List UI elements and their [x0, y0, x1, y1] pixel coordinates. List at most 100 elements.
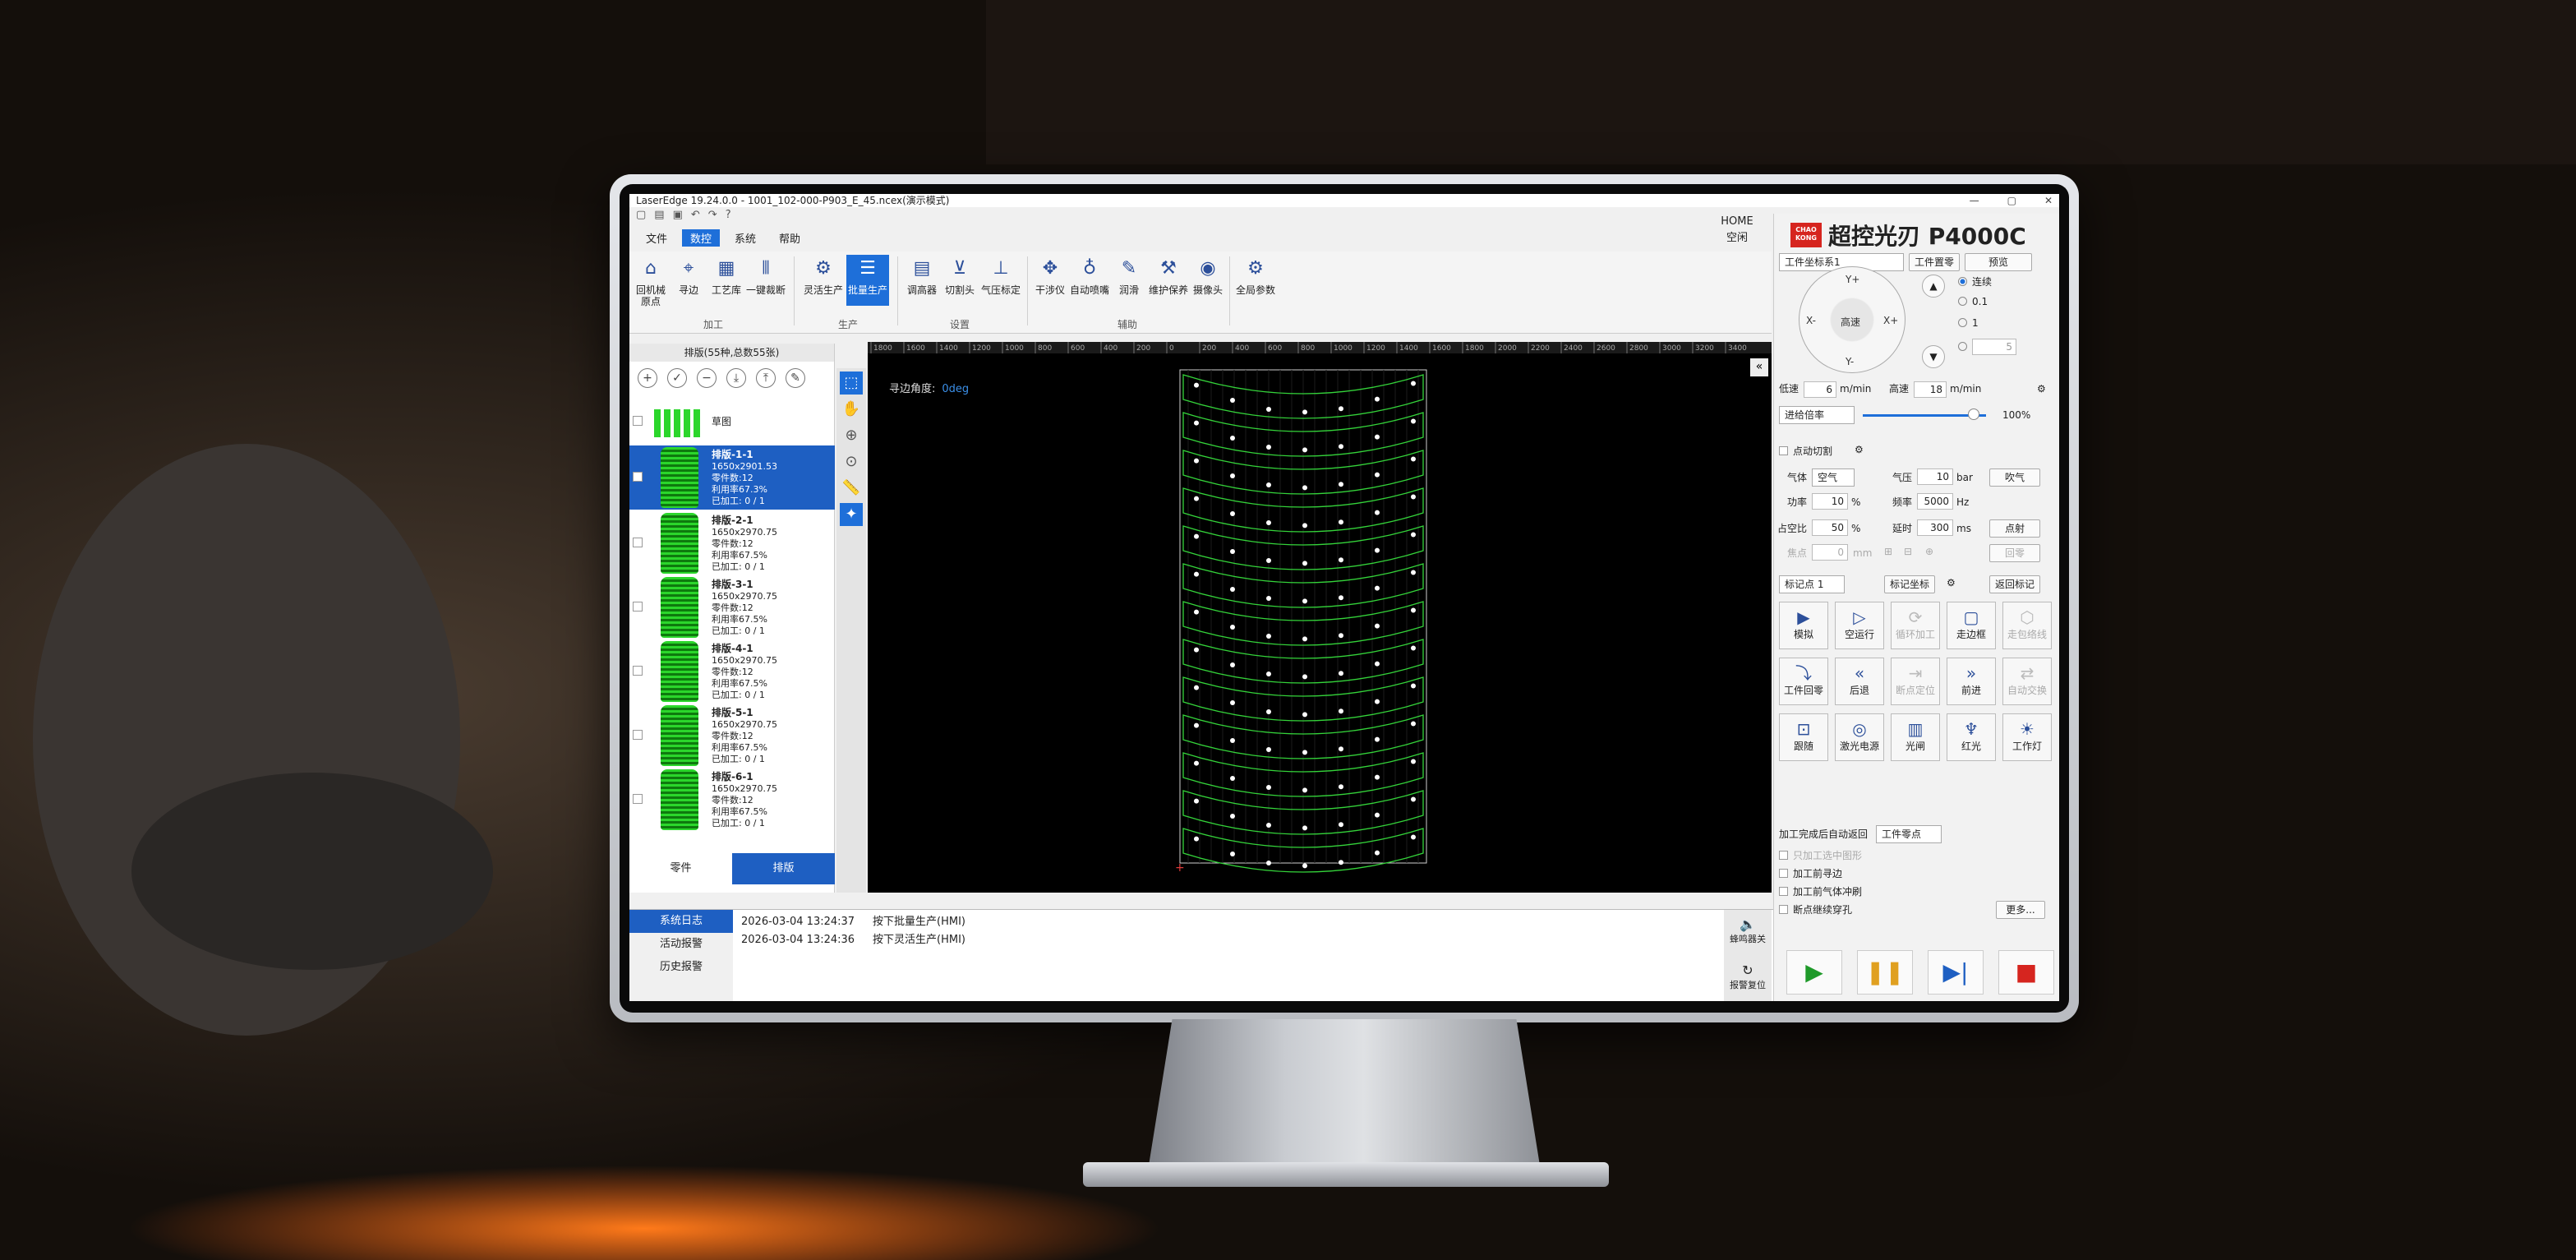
plus-icon[interactable]: ⊞ — [1884, 544, 1892, 559]
feed-rate-select[interactable]: 进给倍率 — [1779, 406, 1855, 424]
ribbon-interferometer-button[interactable]: ✥ 干涉仪 — [1032, 255, 1068, 306]
nest-card[interactable]: 排版-3-1 1650x2970.75 零件数:12 利用率67.5% 已加工: 0 /… — [629, 575, 835, 639]
nest-card[interactable]: 排版-1-1 1650x2901.53 零件数:12 利用率67.3% 已加工: 0 /… — [629, 445, 835, 510]
laser-power-button[interactable]: ◎ 激光电源 — [1835, 713, 1884, 761]
checkbox[interactable] — [633, 538, 643, 547]
redo-icon[interactable]: ↷ — [708, 209, 717, 221]
close-icon[interactable]: ✕ — [2044, 194, 2053, 207]
save-icon[interactable]: ▣ — [673, 209, 683, 221]
zoom-icon[interactable]: ⊕ — [840, 424, 863, 447]
gas-flush-checkbox[interactable]: 加工前气体冲刷 — [1779, 884, 1862, 898]
pressure-input[interactable]: 10 — [1917, 468, 1953, 485]
z-up-icon[interactable]: ▲ — [1922, 275, 1945, 298]
ribbon-global-params-button[interactable]: ⚙ 全局参数 — [1234, 255, 1277, 306]
focus-zero-button[interactable]: 回零 — [1989, 544, 2040, 562]
menu-help[interactable]: 帮助 — [771, 229, 809, 247]
preview-button[interactable]: 预览 — [1965, 253, 2032, 271]
checkbox[interactable] — [633, 472, 643, 482]
focus-input[interactable]: 0 — [1812, 544, 1848, 561]
shot-button[interactable]: 点射 — [1989, 519, 2040, 538]
marker-select[interactable]: 标记点 1 — [1779, 575, 1845, 593]
menu-cnc[interactable]: 数控 — [682, 228, 721, 247]
minus-icon[interactable]: ⊟ — [1904, 544, 1912, 559]
nest-card[interactable]: 排版-5-1 1650x2970.75 零件数:12 利用率67.5% 已加工: 0 /… — [629, 704, 835, 768]
envelope-button[interactable]: ⬡ 走包络线 — [2002, 602, 2052, 649]
work-home-button[interactable]: ⤵ 工件回零 — [1779, 658, 1828, 705]
target-icon[interactable]: ⊕ — [1925, 544, 1933, 559]
mark-coord-button[interactable]: 标记坐标 — [1884, 575, 1935, 593]
ribbon-camera-button[interactable]: ◉ 摄像头 — [1190, 255, 1226, 306]
low-speed-input[interactable]: 6 — [1804, 381, 1836, 398]
dry-run-button[interactable]: ▷ 空运行 — [1835, 602, 1884, 649]
buzzer-off-button[interactable]: 🔈 蜂鸣器关 — [1724, 910, 1772, 956]
ribbon-home-button[interactable]: ⌂ 回机械原点 — [633, 255, 669, 307]
breakpoint-button[interactable]: ⇥ 断点定位 — [1891, 658, 1940, 705]
follow-button[interactable]: ⊡ 跟随 — [1779, 713, 1828, 761]
auto-exchange-button[interactable]: ⇄ 自动交换 — [2002, 658, 2052, 705]
drawing-canvas[interactable]: 1800 1600 1400 1200 1000 800 600 400 200 0 200 400 6… — [868, 342, 1772, 893]
checkbox[interactable] — [633, 416, 643, 426]
gear-icon[interactable]: ⚙ — [1855, 442, 1864, 457]
step-5[interactable]: 5 — [1958, 339, 2016, 355]
new-file-icon[interactable]: ▢ — [636, 209, 646, 221]
gear-icon[interactable]: ⚙ — [1947, 575, 1956, 590]
only-selected-checkbox[interactable]: 只加工选中图形 — [1779, 848, 1862, 862]
select-icon[interactable]: ⬚ — [840, 372, 863, 395]
start-button[interactable]: ▶ — [1786, 950, 1842, 995]
edit-icon[interactable]: ✎ — [786, 368, 805, 388]
power-input[interactable]: 10 — [1812, 493, 1848, 510]
ribbon-cut-off-button[interactable]: ⫴ 一键裁断 — [746, 255, 786, 306]
sketch-item[interactable]: 草图 — [629, 399, 835, 445]
ribbon-edge-button[interactable]: ⌖ 寻边 — [670, 255, 707, 306]
frame-button[interactable]: ▢ 走边框 — [1947, 602, 1996, 649]
open-folder-icon[interactable]: ▤ — [654, 209, 664, 221]
freq-input[interactable]: 5000 — [1917, 493, 1953, 510]
edge-before-checkbox[interactable]: 加工前寻边 — [1779, 866, 1842, 880]
checkbox[interactable] — [633, 730, 643, 740]
maximize-icon[interactable]: ▢ — [2007, 194, 2016, 207]
forward-button[interactable]: » 前进 — [1947, 658, 1996, 705]
jog-x-plus[interactable]: X+ — [1883, 315, 1898, 326]
tab-parts[interactable]: 零件 — [629, 853, 732, 884]
ribbon-batch-production-button[interactable]: ☰ 批量生产 — [846, 255, 889, 306]
z-down-icon[interactable]: ▼ — [1922, 345, 1945, 368]
menu-file[interactable]: 文件 — [638, 229, 675, 247]
ribbon-maintenance-button[interactable]: ⚒ 维护保养 — [1149, 255, 1188, 306]
check-icon[interactable]: ✓ — [667, 368, 687, 388]
target-icon[interactable]: ⊙ — [840, 450, 863, 473]
minimize-icon[interactable]: — — [1970, 194, 1979, 207]
blow-button[interactable]: 吹气 — [1989, 468, 2040, 487]
cycle-button[interactable]: ⟳ 循环加工 — [1891, 602, 1940, 649]
breakpoint-pierce-checkbox[interactable]: 断点继续穿孔 — [1779, 902, 1852, 916]
gas-select[interactable]: 空气 — [1812, 468, 1855, 487]
after-process-select[interactable]: 工件零点 — [1876, 825, 1942, 843]
return-mark-button[interactable]: 返回标记 — [1989, 575, 2040, 593]
red-light-button[interactable]: ♆ 红光 — [1947, 713, 1996, 761]
high-speed-input[interactable]: 18 — [1914, 381, 1947, 398]
delay-input[interactable]: 300 — [1917, 519, 1953, 536]
dot-cut-checkbox[interactable]: 点动切割 — [1779, 444, 1832, 458]
tab-nests[interactable]: 排版 — [732, 853, 835, 884]
more-button[interactable]: 更多... — [1996, 901, 2045, 919]
tab-active-alarms[interactable]: 活动报警 — [629, 933, 733, 956]
jog-y-plus[interactable]: Y+ — [1846, 274, 1859, 285]
step-forward-button[interactable]: ▶| — [1928, 950, 1984, 995]
checkbox[interactable] — [633, 666, 643, 676]
work-light-button[interactable]: ☀ 工作灯 — [2002, 713, 2052, 761]
jog-y-minus[interactable]: Y- — [1846, 356, 1854, 367]
nest-card[interactable]: 排版-6-1 1650x2970.75 零件数:12 利用率67.5% 已加工: 0 /… — [629, 768, 835, 832]
step-continuous[interactable]: 连续 — [1958, 275, 1992, 288]
ribbon-flex-production-button[interactable]: ⚙ 灵活生产 — [802, 255, 845, 306]
gear-icon[interactable]: ⚙ — [2037, 381, 2046, 396]
ribbon-process-lib-button[interactable]: ▦ 工艺库 — [708, 255, 744, 306]
feed-rate-slider-handle[interactable] — [1968, 408, 1979, 420]
jog-x-minus[interactable]: X- — [1806, 315, 1816, 326]
simulate-button[interactable]: ▶ 模拟 — [1779, 602, 1828, 649]
remove-icon[interactable]: − — [697, 368, 717, 388]
ribbon-cut-head-button[interactable]: ⊻ 切割头 — [942, 255, 978, 306]
nest-card[interactable]: 排版-2-1 1650x2970.75 零件数:12 利用率67.5% 已加工: 0 /… — [629, 511, 835, 575]
jog-high-speed[interactable]: 高速 — [1841, 315, 1860, 329]
pan-hand-icon[interactable]: ✋ — [840, 398, 863, 421]
help-icon[interactable]: ? — [726, 209, 731, 221]
measure-icon[interactable]: 📏 — [840, 477, 863, 500]
